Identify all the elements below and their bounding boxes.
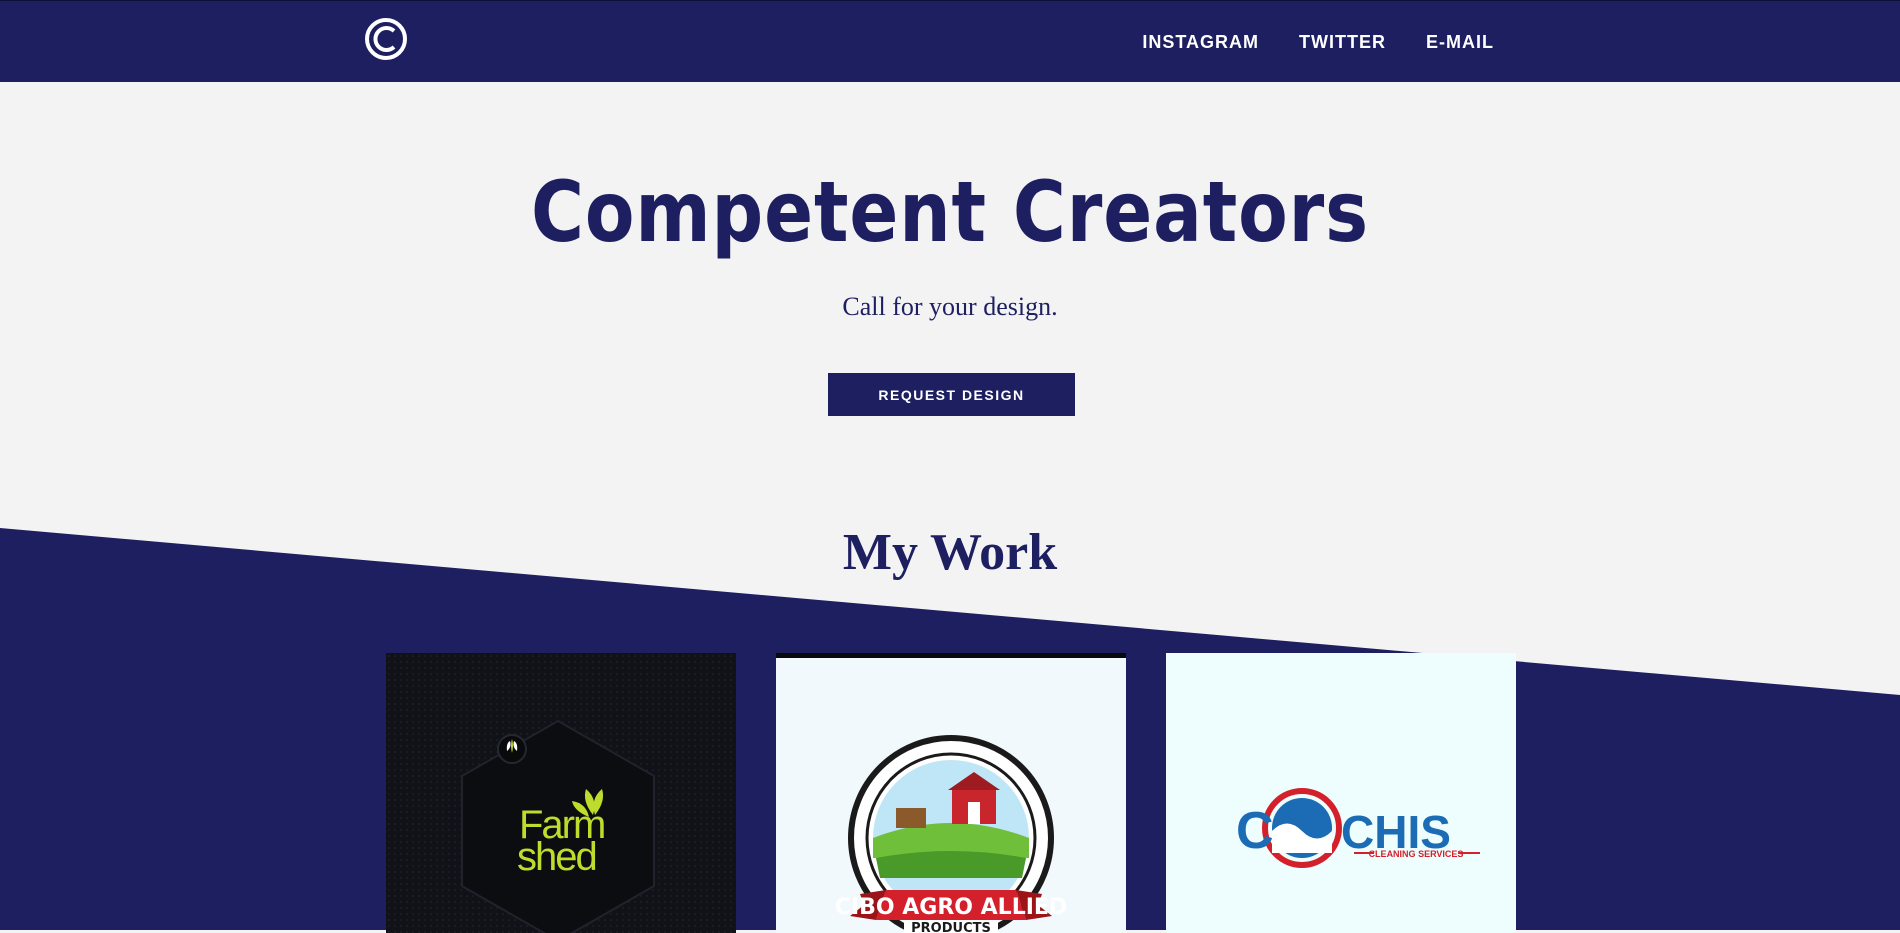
cibo-agro-logo-image: CIBO AGRO ALLIEDPRODUCTS [835, 735, 1067, 933]
copyright-c-logo-icon[interactable] [364, 17, 408, 61]
cochis-tagline: CLEANING SERVICES [1369, 849, 1464, 859]
cochis-logo-image: C CHISCLEANING SERVICES [1236, 788, 1480, 868]
cochis-text-left: C [1236, 802, 1274, 860]
nav-link-email[interactable]: E-MAIL [1426, 32, 1494, 53]
work-card-cochis[interactable]: C CHIS CLEANING SERVICES [1166, 653, 1516, 933]
hero-title: Competent Creators [531, 163, 1369, 261]
nav-link-instagram[interactable]: INSTAGRAM [1142, 32, 1259, 53]
my-work-title: My Work [842, 524, 1058, 581]
farmshed-text-line2: shed [517, 835, 596, 879]
nav-link-twitter[interactable]: TWITTER [1299, 32, 1386, 53]
cibo-products-text: PRODUCTS [911, 921, 991, 933]
request-design-button[interactable]: REQUEST DESIGN [828, 373, 1075, 416]
work-card-farmshed[interactable]: Farm shed [386, 653, 736, 933]
top-navbar: INSTAGRAM TWITTER E-MAIL [0, 0, 1900, 82]
work-card-cibo-agro[interactable]: CIBO AGRO ALLIED PRODUCTS [776, 653, 1126, 933]
farmshed-logo-image: Farmshed [386, 653, 736, 933]
cibo-banner-text: CIBO AGRO ALLIED [835, 895, 1067, 920]
nav-links: INSTAGRAM TWITTER E-MAIL [1142, 1, 1494, 83]
hero-subtitle: Call for your design. [842, 292, 1058, 321]
